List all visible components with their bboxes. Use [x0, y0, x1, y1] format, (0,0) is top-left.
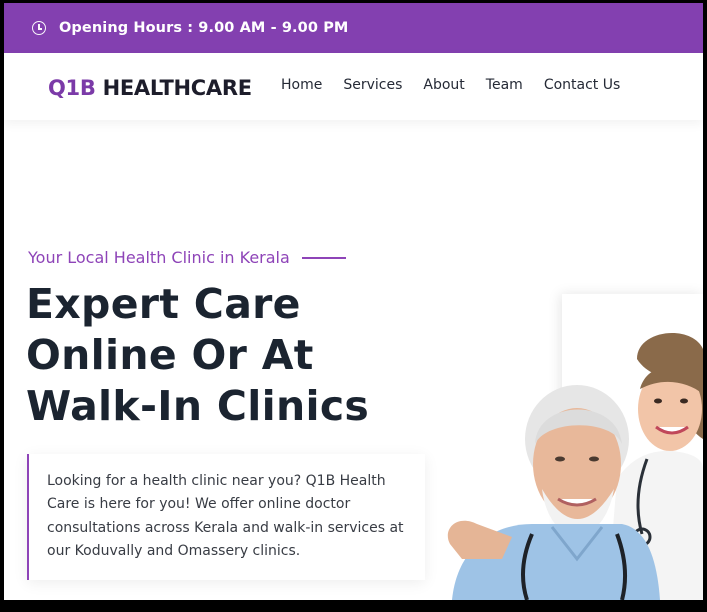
main-navbar: Q1B HEALTHCARE Home Services About Team … — [4, 53, 703, 120]
hero-headline: Expert Care Online Or At Walk-In Clinics — [26, 279, 446, 432]
nav-home-link[interactable]: Home — [281, 77, 322, 93]
hero-description-card: Looking for a health clinic near you? Q1… — [27, 454, 425, 580]
top-info-bar: Opening Hours : 9.00 AM - 9.00 PM — [4, 3, 703, 53]
nav-about-link[interactable]: About — [423, 77, 464, 93]
hero-tagline: Your Local Health Clinic in Kerala — [28, 248, 346, 267]
page-frame: Opening Hours : 9.00 AM - 9.00 PM Q1B HE… — [4, 3, 703, 600]
nav-team-link[interactable]: Team — [486, 77, 523, 93]
nav-contact-link[interactable]: Contact Us — [544, 77, 620, 93]
hero-description: Looking for a health clinic near you? Q1… — [47, 473, 404, 560]
headline-line-1: Expert Care — [26, 280, 301, 328]
site-logo[interactable]: Q1B HEALTHCARE — [48, 76, 252, 100]
headline-line-3: Walk-In Clinics — [26, 382, 370, 430]
logo-mark: Q1B — [48, 76, 96, 100]
nav-menu: Home Services About Team Contact Us — [281, 77, 620, 93]
tagline-text: Your Local Health Clinic in Kerala — [28, 248, 290, 267]
headline-line-2: Online Or At — [26, 331, 314, 379]
hero-doctor-patient-image — [447, 319, 703, 600]
logo-text: HEALTHCARE — [102, 76, 252, 100]
opening-hours-text: Opening Hours : 9.00 AM - 9.00 PM — [59, 20, 349, 36]
clock-icon — [32, 21, 46, 35]
tagline-divider — [301, 256, 346, 259]
nav-services-link[interactable]: Services — [343, 77, 402, 93]
